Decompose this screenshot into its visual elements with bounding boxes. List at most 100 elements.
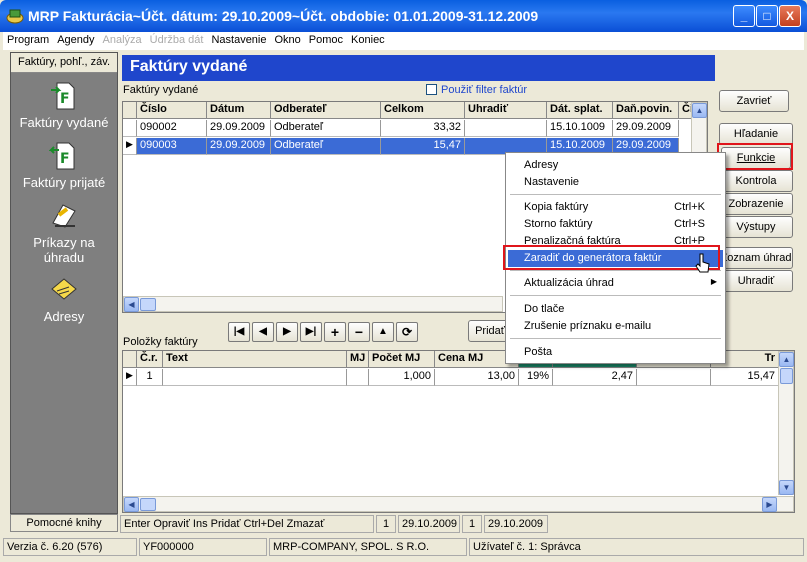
last-record-icon[interactable]: ▶|: [300, 322, 322, 342]
mouse-pointer-icon: [695, 253, 710, 273]
items-horizontal-scrollbar[interactable]: ◀ ▶: [123, 496, 794, 512]
display-button[interactable]: Zobrazenie: [719, 193, 793, 215]
minimize-button[interactable]: _: [733, 5, 755, 27]
row-indicator-arrow: ▶: [123, 138, 137, 155]
scroll-down-icon[interactable]: ▼: [779, 480, 794, 495]
search-button[interactable]: Hľadanie: [719, 123, 793, 145]
menu-separator: [510, 194, 721, 195]
cell-cislo: 090002: [137, 120, 207, 137]
menu-koniec[interactable]: Koniec: [347, 32, 389, 48]
scroll-thumb[interactable]: [780, 368, 793, 384]
col-odberatel[interactable]: Odberateľ: [271, 102, 381, 119]
row-header-corner: [123, 351, 137, 368]
maximize-button[interactable]: □: [756, 5, 778, 27]
scroll-up-icon[interactable]: ▲: [692, 103, 707, 118]
page-title: Faktúry vydané: [122, 55, 715, 81]
cell-mj: [347, 369, 369, 386]
cell-pocet: 1,000: [369, 369, 435, 386]
sidebar-item-addresses[interactable]: Adresy: [11, 275, 117, 324]
menu-nastavenie[interactable]: Nastavenie: [207, 32, 270, 48]
menu-udrzba: Údržba dát: [149, 34, 204, 46]
delete-record-icon[interactable]: −: [348, 322, 370, 342]
payment-order-icon: [52, 204, 76, 228]
menu-item-label: Pošta: [524, 346, 553, 358]
sidebar-item-label: Adresy: [43, 309, 85, 324]
menu-item-label: Aktualizácia úhrad: [524, 277, 614, 289]
grid-horizontal-scrollbar[interactable]: ◀: [123, 296, 503, 312]
company-code: YF000000: [139, 538, 267, 556]
menu-separator: [510, 295, 721, 296]
cell-celkom: 33,32: [381, 120, 465, 137]
col-cislo[interactable]: Číslo: [137, 102, 207, 119]
menu-okno[interactable]: Okno: [271, 32, 305, 48]
menu-item-label: Kopia faktúry: [524, 201, 589, 213]
menu-item-zrusenie-emailu[interactable]: Zrušenie príznaku e-mailu: [508, 318, 723, 335]
sidebar-item-issued-invoices[interactable]: F Faktúry vydané: [11, 81, 117, 130]
window-title: MRP Fakturácia~Účt. dátum: 29.10.2009~Úč…: [28, 8, 539, 24]
sidebar-item-received-invoices[interactable]: F Faktúry prijaté: [11, 141, 117, 190]
menu-item-storno[interactable]: Storno faktúry Ctrl+S: [508, 216, 723, 233]
menu-program[interactable]: Program: [3, 32, 53, 48]
filter-checkbox[interactable]: [426, 84, 437, 95]
close-window-button[interactable]: X: [779, 5, 801, 27]
scroll-up-icon[interactable]: ▲: [779, 352, 794, 367]
highlight-box: [503, 245, 720, 270]
col-uhradit[interactable]: Uhradiť: [465, 102, 547, 119]
invoices-grid-label: Faktúry vydané: [123, 84, 199, 96]
refresh-icon[interactable]: ⟳: [396, 322, 418, 342]
status-count-1: 1: [376, 515, 396, 533]
control-button[interactable]: Kontrola: [719, 170, 793, 192]
cell-text: [163, 369, 347, 386]
menu-item-nastavenie[interactable]: Nastavenie: [508, 174, 723, 191]
cell-odberatel: Odberateľ: [271, 120, 381, 137]
menu-separator: [510, 338, 721, 339]
menu-item-aktualizacia[interactable]: Aktualizácia úhrad ▶: [508, 275, 723, 292]
outputs-button[interactable]: Výstupy: [719, 216, 793, 238]
status-count-2: 1: [462, 515, 482, 533]
col-celkom[interactable]: Celkom: [381, 102, 465, 119]
items-grid[interactable]: Č.r. Text MJ Počet MJ Cena MJ Tr ▶ 1 1,0…: [122, 350, 795, 513]
col-datum[interactable]: Dátum: [207, 102, 271, 119]
cell-dat-splat: 15.10.1009: [547, 120, 613, 137]
pay-button[interactable]: Uhradiť: [719, 270, 793, 292]
submenu-arrow-icon: ▶: [710, 277, 717, 286]
filter-label: Použiť filter faktúr: [441, 84, 528, 96]
sidebar-item-label: Faktúry prijaté: [22, 175, 106, 190]
menu-bar: Program Agendy Analýza Údržba dát Nastavenie…: [3, 32, 804, 50]
scroll-left-icon[interactable]: ◀: [124, 497, 139, 512]
cell-odberatel: Odberateľ: [271, 138, 381, 155]
col-mj[interactable]: MJ: [347, 351, 369, 368]
payment-list-button[interactable]: Zoznam úhrad: [719, 247, 793, 269]
sidebar-header[interactable]: Faktúry, pohľ., záv.: [11, 53, 117, 73]
post-record-icon[interactable]: ▲: [372, 322, 394, 342]
col-text[interactable]: Text: [163, 351, 347, 368]
menu-item-posta[interactable]: Pošta: [508, 344, 723, 361]
close-button[interactable]: Zavrieť: [719, 90, 789, 112]
scroll-thumb[interactable]: [140, 498, 156, 511]
items-vertical-scrollbar[interactable]: ▲ ▼: [778, 351, 794, 495]
status-date-2: 29.10.2009: [484, 515, 548, 533]
scroll-thumb[interactable]: [140, 298, 156, 311]
user-label: Užívateľ č. 1: Správca: [469, 538, 804, 556]
next-record-icon[interactable]: ▶: [276, 322, 298, 342]
sidebar-footer-button[interactable]: Pomocné knihy: [10, 514, 118, 532]
sidebar-item-payment-orders[interactable]: Príkazy na úhradu: [11, 201, 117, 265]
first-record-icon[interactable]: |◀: [228, 322, 250, 342]
col-cr[interactable]: Č.r.: [137, 351, 163, 368]
scroll-right-icon[interactable]: ▶: [762, 497, 777, 512]
col-dan-povin[interactable]: Daň.povin.: [613, 102, 679, 119]
col-pocet[interactable]: Počet MJ: [369, 351, 435, 368]
menu-item-kopia[interactable]: Kopia faktúry Ctrl+K: [508, 199, 723, 216]
menu-item-do-tlace[interactable]: Do tlače: [508, 301, 723, 318]
col-dat-splat[interactable]: Dát. splat.: [547, 102, 613, 119]
svg-text:F: F: [60, 91, 70, 107]
menu-agendy[interactable]: Agendy: [53, 32, 98, 48]
sidebar-item-label: Príkazy na úhradu: [33, 235, 95, 265]
add-record-icon[interactable]: +: [324, 322, 346, 342]
scroll-left-icon[interactable]: ◀: [124, 297, 139, 312]
menu-item-label: Do tlače: [524, 303, 565, 315]
menu-item-adresy[interactable]: Adresy: [508, 157, 723, 174]
status-date-1: 29.10.2009: [398, 515, 460, 533]
menu-pomoc[interactable]: Pomoc: [305, 32, 347, 48]
prev-record-icon[interactable]: ◀: [252, 322, 274, 342]
